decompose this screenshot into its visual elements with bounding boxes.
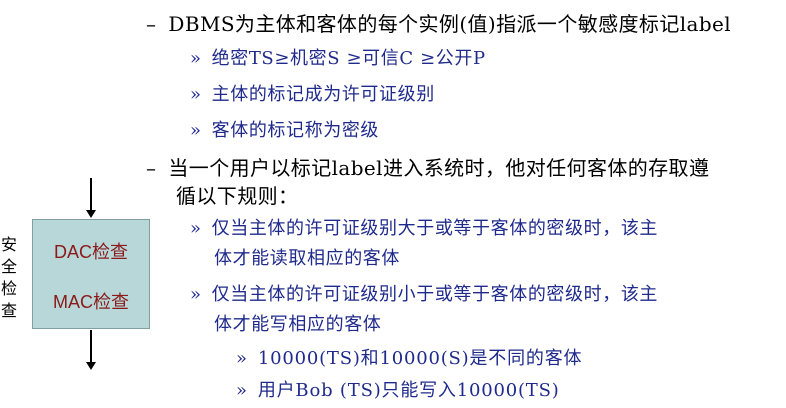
- chevron-marker: »: [190, 218, 202, 239]
- bullet-label-assignment: – DBMS为主体和客体的每个实例(值)指派一个敏感度标记label: [146, 8, 731, 37]
- bullet-subject-label: » 主体的标记成为许可证级别: [190, 80, 435, 106]
- bullet-access-rules: – 当一个用户以标记label进入系统时，他对任何客体的存取遵: [146, 152, 709, 181]
- dac-check-label: DAC检查: [53, 242, 128, 262]
- bullet-text: DBMS为主体和客体的每个实例(值)指派一个敏感度标记label: [168, 12, 732, 36]
- bullet-text: 当一个用户以标记label进入系统时，他对任何客体的存取遵: [168, 156, 710, 180]
- bullet-text: 仅当主体的许可证级别大于或等于客体的密级时，该主: [211, 218, 659, 239]
- bullet-access-rules-continued: 循以下规则：: [176, 180, 298, 209]
- bullet-text: 主体的标记成为许可证级别: [211, 84, 435, 105]
- bullet-read-rule-continued: 体才能读取相应的客体: [214, 244, 400, 270]
- chevron-marker: »: [190, 284, 202, 305]
- bullet-example-bob: » 用户Bob (TS)只能写入10000(TS): [236, 376, 560, 402]
- chevron-marker: »: [190, 48, 202, 69]
- bullet-text: 仅当主体的许可证级别小于或等于客体的密级时，该主: [211, 284, 659, 305]
- dash-marker: –: [146, 156, 157, 180]
- bullet-text: 客体的标记称为密级: [211, 120, 380, 141]
- bullet-write-rule-continued: 体才能写相应的客体: [214, 310, 381, 336]
- bullet-text: 用户Bob (TS)只能写入10000(TS): [257, 380, 560, 401]
- arrow-down-icon: [86, 330, 96, 370]
- bullet-text: 体才能读取相应的客体: [214, 248, 400, 269]
- chevron-marker: »: [236, 348, 248, 369]
- dash-marker: –: [146, 12, 157, 36]
- chevron-marker: »: [190, 120, 202, 141]
- bullet-object-label: » 客体的标记称为密级: [190, 116, 379, 142]
- bullet-text: 10000(TS)和10000(S)是不同的客体: [257, 348, 583, 369]
- security-check-label: 安全检查: [0, 235, 17, 320]
- arrow-down-icon: [86, 178, 96, 218]
- chevron-marker: »: [190, 84, 202, 105]
- bullet-level-order: » 绝密TS≥机密S ≥可信C ≥公开P: [190, 44, 486, 70]
- bullet-write-rule: » 仅当主体的许可证级别小于或等于客体的密级时，该主: [190, 280, 658, 306]
- chevron-marker: »: [236, 380, 248, 401]
- bullet-read-rule: » 仅当主体的许可证级别大于或等于客体的密级时，该主: [190, 214, 658, 240]
- bullet-text: 体才能写相应的客体: [214, 314, 382, 335]
- bullet-text: 循以下规则：: [176, 184, 299, 208]
- bullet-example-objects: » 10000(TS)和10000(S)是不同的客体: [236, 344, 582, 370]
- bullet-text: 绝密TS≥机密S ≥可信C ≥公开P: [211, 48, 486, 69]
- security-check-box: DAC检查 MAC检查: [32, 219, 150, 329]
- mac-check-label: MAC检查: [53, 292, 129, 312]
